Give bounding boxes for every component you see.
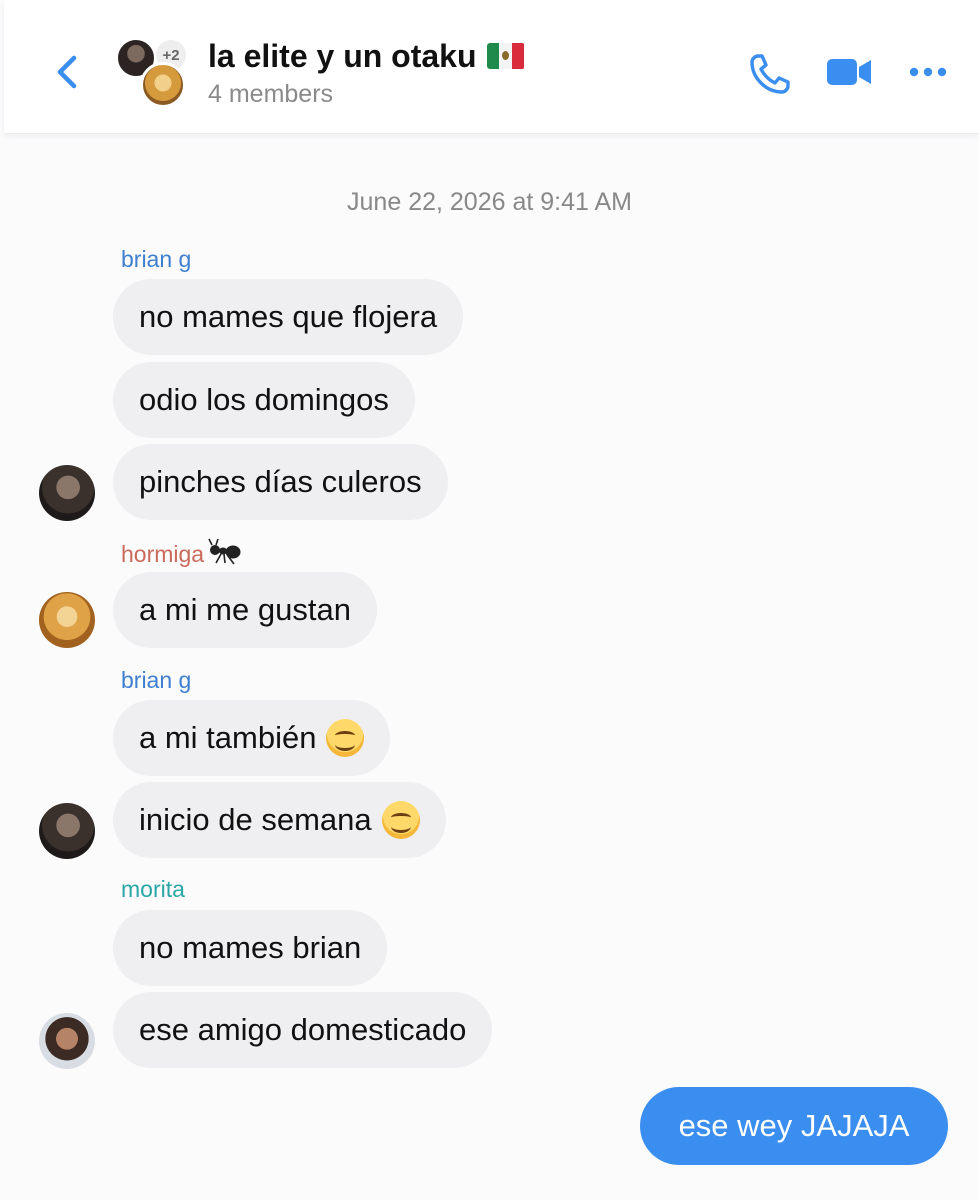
chat-header: +2 la elite y un otaku 4 members [4,0,979,134]
sender-name: brian g [121,667,192,693]
message-text: no mames que flojera [139,299,438,334]
message-text: pinches días culeros [139,464,422,499]
message-text: ese wey JAJAJA [678,1108,910,1143]
more-horizontal-icon [909,67,947,77]
back-button[interactable] [48,50,88,94]
group-avatar[interactable]: +2 [114,36,190,108]
sender-name-text: hormiga [121,541,205,568]
chat-screen: +2 la elite y un otaku 4 members June 22… [0,0,979,1200]
phone-icon [750,54,790,94]
message-bubble[interactable]: ese amigo domesticado [113,992,493,1068]
conversation-timestamp: June 22, 2026 at 9:41 AM [347,188,632,216]
sender-name: hormiga [121,537,242,573]
avatar-brian[interactable] [39,803,95,859]
message-text: no mames brian [139,930,362,965]
member-count: 4 members [208,80,334,108]
chat-title-text: la elite y un otaku [208,38,477,74]
chat-title[interactable]: la elite y un otaku [208,38,525,75]
call-button[interactable] [748,52,792,96]
own-message-bubble[interactable]: ese wey JAJAJA [640,1087,948,1165]
message-text: a mi también [139,720,317,755]
message-bubble[interactable]: a mi también [113,700,391,776]
avatar-brian[interactable] [39,465,95,521]
sender-name: brian g [121,246,192,272]
smiling-face-emoji-icon [381,801,420,839]
message-text: ese amigo domesticado [139,1012,467,1047]
message-bubble[interactable]: pinches días culeros [113,444,448,520]
message-bubble[interactable]: odio los domingos [113,362,415,438]
sender-name: morita [121,876,185,902]
video-camera-icon [827,59,871,85]
avatar-hormiga[interactable] [39,592,95,648]
mexico-flag-icon [486,42,525,69]
message-bubble[interactable]: no mames que flojera [113,279,464,355]
message-text: odio los domingos [139,382,389,417]
message-bubble[interactable]: no mames brian [113,910,388,986]
video-call-button[interactable] [826,54,872,90]
message-bubble[interactable]: inicio de semana [113,782,446,858]
member-avatar-2 [140,62,186,108]
smiling-face-emoji-icon [326,719,365,757]
message-bubble[interactable]: a mi me gustan [113,572,377,648]
more-options-button[interactable] [908,60,948,84]
ant-icon [208,537,242,571]
chevron-left-icon [57,55,77,89]
avatar-morita[interactable] [39,1013,95,1069]
message-text: a mi me gustan [139,592,351,627]
message-text: inicio de semana [139,802,372,837]
